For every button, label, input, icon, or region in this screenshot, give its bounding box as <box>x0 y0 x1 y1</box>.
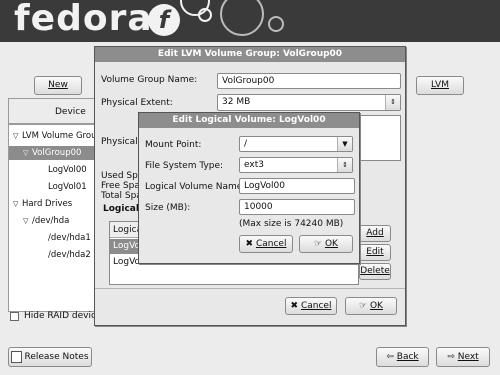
file-system-type-combo[interactable]: ext3 ⇕ <box>239 157 353 173</box>
tree-row-label: /dev/hda2 <box>48 250 91 260</box>
tree-row-label: /dev/hda <box>32 216 70 226</box>
size-label: Size (MB): <box>145 203 191 213</box>
size-field[interactable]: 10000 <box>239 199 355 215</box>
spinner-arrows-icon: ⇕ <box>337 158 352 172</box>
hide-raid-label: Hide RAID device <box>24 311 102 321</box>
decorative-bubble-icon <box>220 0 264 36</box>
edit-logical-volume-dialog: Edit Logical Volume: LogVol00 Mount Poin… <box>138 112 360 264</box>
next-button[interactable]: ⇨ Next <box>436 347 490 367</box>
cancel-x-icon: ✖ <box>290 301 301 311</box>
lv-ok-button[interactable]: ☞ OK <box>299 235 353 253</box>
lvm-button[interactable]: LVM <box>416 76 464 95</box>
add-button[interactable]: Add <box>359 225 391 242</box>
edit-button[interactable]: Edit <box>359 244 391 261</box>
vg-ok-button[interactable]: ☞ OK <box>345 297 397 315</box>
release-notes-icon <box>11 350 23 363</box>
physical-extent-combo[interactable]: 32 MB ⇕ <box>217 94 401 111</box>
expander-triangle-icon[interactable]: ▽ <box>23 214 32 228</box>
tree-row-label: LVM Volume Group <box>22 131 102 141</box>
logical-volumes-heading: Logical <box>103 204 139 214</box>
delete-button[interactable]: Delete <box>359 263 391 280</box>
cancel-x-icon: ✖ <box>245 239 256 249</box>
release-notes-button[interactable]: Release Notes <box>8 347 92 367</box>
device-column-label: Device <box>55 107 86 117</box>
tree-row-label: VolGroup00 <box>32 148 82 158</box>
physical-extent-label: Physical Extent: <box>101 98 173 108</box>
logical-volume-name-field[interactable]: LogVol00 <box>239 178 355 194</box>
tree-row-label: /dev/hda1 <box>48 233 91 243</box>
mount-point-combo[interactable]: / ▼ <box>239 136 353 152</box>
tree-row-label: LogVol01 <box>48 182 87 192</box>
hide-raid-checkbox[interactable] <box>10 312 19 321</box>
volume-group-name-label: Volume Group Name: <box>101 75 198 85</box>
chevron-down-icon[interactable]: ▼ <box>337 137 352 151</box>
used-space-label: Used Spa <box>101 171 144 181</box>
dialog-title: Edit Logical Volume: LogVol00 <box>139 113 359 128</box>
installer-banner: fedora f <box>0 0 500 42</box>
logical-volume-name-label: Logical Volume Name: <box>145 182 246 192</box>
back-arrow-icon: ⇦ <box>386 352 397 362</box>
expander-triangle-icon[interactable]: ▽ <box>13 197 22 211</box>
file-system-type-label: File System Type: <box>145 161 224 171</box>
fedora-logo-icon: f <box>148 4 180 36</box>
mount-point-label: Mount Point: <box>145 140 202 150</box>
lv-cancel-button[interactable]: ✖ Cancel <box>239 235 293 253</box>
fedora-logo-text: fedora <box>14 0 153 39</box>
ok-hand-icon: ☞ <box>359 301 370 311</box>
decorative-bubble-icon <box>268 16 284 32</box>
max-size-note: (Max size is 74240 MB) <box>239 219 344 229</box>
ok-hand-icon: ☞ <box>314 239 325 249</box>
back-button[interactable]: ⇦ Back <box>376 347 429 367</box>
expander-triangle-icon[interactable]: ▽ <box>23 146 32 160</box>
total-space-label: Total Spa <box>101 191 142 201</box>
next-arrow-icon: ⇨ <box>447 352 458 362</box>
expander-triangle-icon[interactable]: ▽ <box>13 129 22 143</box>
decorative-bubble-icon <box>198 8 212 22</box>
vg-cancel-button[interactable]: ✖ Cancel <box>285 297 337 315</box>
divider <box>95 288 405 289</box>
tree-row-label: Hard Drives <box>22 199 73 209</box>
spinner-arrows-icon: ⇕ <box>385 95 400 110</box>
tree-row-label: LogVol00 <box>48 165 87 175</box>
dialog-title: Edit LVM Volume Group: VolGroup00 <box>95 47 405 62</box>
volume-group-name-field[interactable]: VolGroup00 <box>217 73 401 89</box>
new-button[interactable]: New <box>34 76 82 95</box>
